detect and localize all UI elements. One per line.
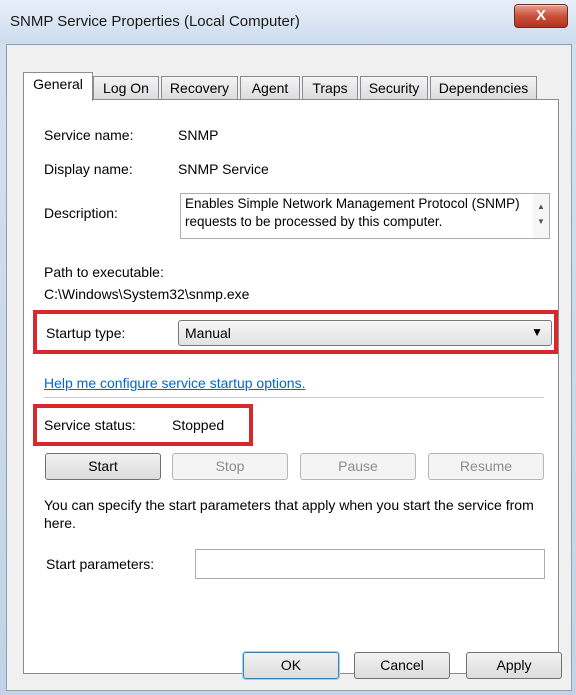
tab-log-on[interactable]: Log On <box>93 76 159 99</box>
start-parameters-label: Start parameters: <box>46 556 155 572</box>
tab-label: General <box>33 76 83 92</box>
close-icon: X <box>535 7 546 24</box>
resume-button[interactable]: Resume <box>428 453 544 480</box>
dialog-client-area: General Log On Recovery Agent Traps Secu… <box>6 44 572 691</box>
general-tab-panel: Service name: SNMP Display name: SNMP Se… <box>23 99 559 674</box>
path-label: Path to executable: <box>44 264 164 280</box>
start-parameters-input[interactable] <box>195 549 545 579</box>
scroll-up-icon[interactable]: ▲ <box>533 202 549 211</box>
tab-dependencies[interactable]: Dependencies <box>430 76 537 99</box>
scroll-down-icon[interactable]: ▼ <box>533 217 549 226</box>
title-bar[interactable]: SNMP Service Properties (Local Computer)… <box>0 0 576 44</box>
service-name-value: SNMP <box>178 127 219 143</box>
pause-button[interactable]: Pause <box>300 453 416 480</box>
tab-label: Traps <box>312 80 348 96</box>
tab-label: Log On <box>103 80 149 96</box>
startup-type-highlight <box>33 310 558 354</box>
apply-button[interactable]: Apply <box>466 652 562 679</box>
divider <box>44 397 544 398</box>
tab-general[interactable]: General <box>23 72 93 101</box>
close-button[interactable]: X <box>514 4 568 28</box>
description-box[interactable]: Enables Simple Network Management Protoc… <box>180 193 550 239</box>
start-params-description: You can specify the start parameters tha… <box>44 497 534 531</box>
tab-label: Dependencies <box>438 80 529 96</box>
path-value: C:\Windows\System32\snmp.exe <box>44 286 250 302</box>
description-text: Enables Simple Network Management Protoc… <box>185 196 520 229</box>
tab-security[interactable]: Security <box>360 76 428 99</box>
tab-label: Agent <box>251 80 289 96</box>
tab-agent[interactable]: Agent <box>240 76 300 99</box>
display-name-label: Display name: <box>44 161 133 177</box>
start-button[interactable]: Start <box>45 453 161 480</box>
window-title: SNMP Service Properties (Local Computer) <box>10 13 300 30</box>
tab-label: Security <box>368 80 420 96</box>
ok-button[interactable]: OK <box>243 652 339 679</box>
description-scrollbar[interactable]: ▲ ▼ <box>533 194 549 238</box>
description-label: Description: <box>44 205 118 221</box>
dialog-window: SNMP Service Properties (Local Computer)… <box>0 0 576 695</box>
tab-recovery[interactable]: Recovery <box>161 76 238 99</box>
service-status-highlight <box>33 404 253 446</box>
display-name-value: SNMP Service <box>178 161 269 177</box>
cancel-button[interactable]: Cancel <box>354 652 450 679</box>
service-name-label: Service name: <box>44 127 134 143</box>
tab-label: Recovery <box>169 80 230 96</box>
help-configure-link[interactable]: Help me configure service startup option… <box>44 375 305 391</box>
tab-traps[interactable]: Traps <box>302 76 358 99</box>
stop-button[interactable]: Stop <box>172 453 288 480</box>
